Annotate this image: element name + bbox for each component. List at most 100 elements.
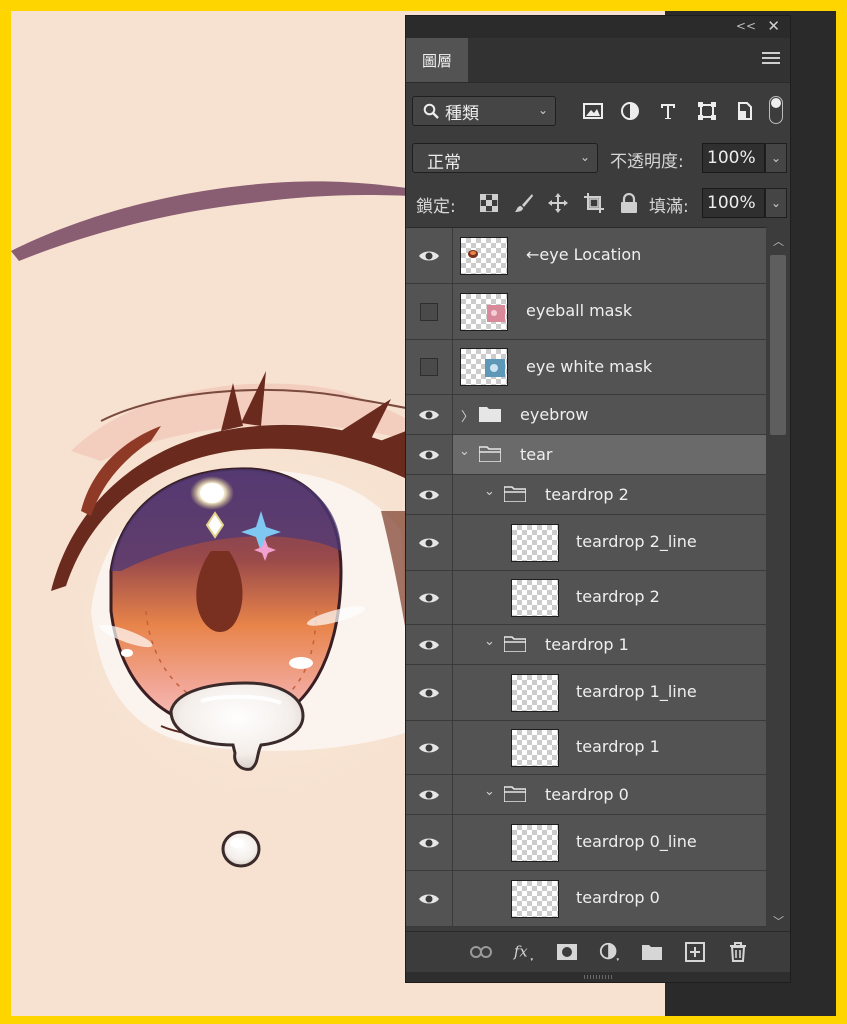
layer-name: teardrop 2	[545, 485, 629, 504]
layer-row[interactable]: ←eye Location	[406, 228, 766, 284]
blend-mode-value: 正常	[427, 153, 461, 173]
adjustment-filter-icon[interactable]	[619, 100, 641, 122]
smart-object-filter-icon[interactable]	[734, 100, 756, 122]
hidden-visibility-box	[420, 358, 438, 376]
lock-all-icon[interactable]	[619, 193, 639, 213]
visibility-toggle[interactable]	[406, 395, 453, 434]
visibility-toggle[interactable]	[406, 871, 453, 926]
eye-icon	[419, 450, 439, 459]
new-adjustment-icon[interactable]	[599, 941, 621, 963]
layers-panel[interactable]: << ✕ 圖層 種類 ⌄ 正常 ⌄ 不透明度: 100% ⌄ 鎖定: 填滿: 1…	[405, 15, 791, 983]
image-filter-icon[interactable]	[582, 100, 604, 122]
chevron-down-icon[interactable]: ⌄	[484, 634, 495, 649]
opacity-input[interactable]: 100%	[702, 143, 765, 173]
opacity-dropdown-button[interactable]: ⌄	[765, 143, 787, 173]
layer-row[interactable]: teardrop 1_line	[406, 665, 766, 721]
tab-layers[interactable]: 圖層	[406, 38, 468, 82]
delete-layer-icon[interactable]	[727, 941, 749, 963]
filter-row: 種類 ⌄	[411, 96, 787, 130]
lock-row: 鎖定: 填滿: 100% ⌄	[411, 188, 787, 220]
hidden-visibility-box	[420, 302, 438, 321]
layer-name: teardrop 0	[545, 785, 629, 804]
layer-row[interactable]: teardrop 0_line	[406, 815, 766, 871]
link-layers-icon[interactable]	[470, 941, 492, 963]
fill-input[interactable]: 100%	[702, 188, 765, 218]
scroll-up-arrow-icon[interactable]: ︿	[773, 233, 784, 249]
lock-position-icon[interactable]	[548, 193, 568, 213]
eye-icon	[419, 251, 439, 260]
visibility-toggle[interactable]	[406, 475, 453, 514]
visibility-toggle[interactable]	[406, 228, 453, 283]
layer-row[interactable]: eyeball mask	[406, 284, 766, 340]
eye-icon	[419, 790, 439, 799]
new-group-icon[interactable]	[641, 941, 663, 963]
layer-row[interactable]: teardrop 2_line	[406, 515, 766, 571]
layer-list-scrollbar[interactable]: ︿ ﹀	[767, 227, 790, 933]
eye-icon	[419, 490, 439, 499]
layer-list[interactable]: ←eye Location eyeball mask eye white mas…	[406, 227, 766, 934]
scroll-thumb[interactable]	[770, 255, 786, 435]
eye-icon	[419, 688, 439, 697]
scroll-down-arrow-icon[interactable]: ﹀	[773, 913, 784, 929]
visibility-toggle[interactable]	[406, 435, 453, 474]
filter-kind-label: 種類	[445, 103, 479, 124]
eye-icon	[419, 743, 439, 752]
visibility-toggle[interactable]	[406, 665, 453, 720]
chevron-down-icon[interactable]: ⌄	[484, 784, 495, 799]
chevron-right-icon[interactable]: 〉	[461, 406, 474, 425]
lock-label: 鎖定:	[416, 197, 456, 217]
visibility-toggle[interactable]	[406, 571, 453, 624]
blend-mode-select[interactable]: 正常 ⌄	[412, 143, 598, 173]
layer-name: teardrop 1_line	[576, 682, 697, 701]
filter-kind-select[interactable]: 種類 ⌄	[412, 96, 556, 126]
layer-thumbnail	[511, 674, 559, 712]
eyebrow-stroke	[11, 181, 431, 261]
chevron-down-icon[interactable]: ⌄	[459, 444, 470, 459]
opacity-label: 不透明度:	[610, 152, 684, 172]
layer-row[interactable]: teardrop 0	[406, 871, 766, 927]
layer-thumbnail	[460, 237, 508, 275]
layer-group-row[interactable]: ⌄ teardrop 1	[406, 625, 766, 665]
layer-row[interactable]: eye white mask	[406, 340, 766, 395]
eye-icon	[419, 894, 439, 903]
layer-group-row[interactable]: 〉 eyebrow	[406, 395, 766, 435]
panel-tab-bar: 圖層	[406, 38, 790, 83]
new-layer-icon[interactable]	[684, 941, 706, 963]
lock-image-pixels-icon[interactable]	[514, 193, 534, 213]
layer-name: eye white mask	[526, 357, 653, 376]
layer-row[interactable]: teardrop 1	[406, 721, 766, 775]
lock-transparent-pixels-icon[interactable]	[479, 193, 499, 213]
layer-group-row[interactable]: ⌄ teardrop 0	[406, 775, 766, 815]
layer-thumbnail	[511, 524, 559, 562]
visibility-toggle[interactable]	[406, 284, 453, 339]
visibility-toggle[interactable]	[406, 340, 453, 394]
layer-row[interactable]: teardrop 2	[406, 571, 766, 625]
panel-resize-grip[interactable]	[406, 972, 790, 982]
layer-name: teardrop 1	[576, 737, 660, 756]
layer-group-row[interactable]: ⌄ teardrop 2	[406, 475, 766, 515]
layer-thumbnail	[511, 579, 559, 617]
collapse-panel-button[interactable]: <<	[736, 19, 756, 33]
type-filter-icon[interactable]	[657, 100, 679, 122]
layer-group-row[interactable]: ⌄ tear	[406, 435, 766, 475]
layer-thumbnail	[511, 729, 559, 767]
visibility-toggle[interactable]	[406, 815, 453, 870]
shape-filter-icon[interactable]	[696, 100, 718, 122]
fill-dropdown-button[interactable]: ⌄	[765, 188, 787, 218]
add-mask-icon[interactable]	[556, 941, 578, 963]
folder-icon	[479, 407, 501, 422]
visibility-toggle[interactable]	[406, 515, 453, 570]
layer-name: tear	[520, 445, 553, 464]
layer-style-icon[interactable]: fx	[513, 941, 535, 963]
layer-name: eyebrow	[520, 405, 589, 424]
filter-toggle-switch[interactable]	[769, 96, 783, 124]
visibility-toggle[interactable]	[406, 625, 453, 664]
visibility-toggle[interactable]	[406, 721, 453, 774]
panel-menu-icon[interactable]	[762, 52, 780, 66]
eye-icon	[419, 410, 439, 419]
lock-artboard-icon[interactable]	[584, 193, 604, 213]
panel-title-bar[interactable]: << ✕	[406, 16, 790, 38]
close-panel-button[interactable]: ✕	[767, 17, 780, 35]
visibility-toggle[interactable]	[406, 775, 453, 814]
chevron-down-icon[interactable]: ⌄	[484, 484, 495, 499]
